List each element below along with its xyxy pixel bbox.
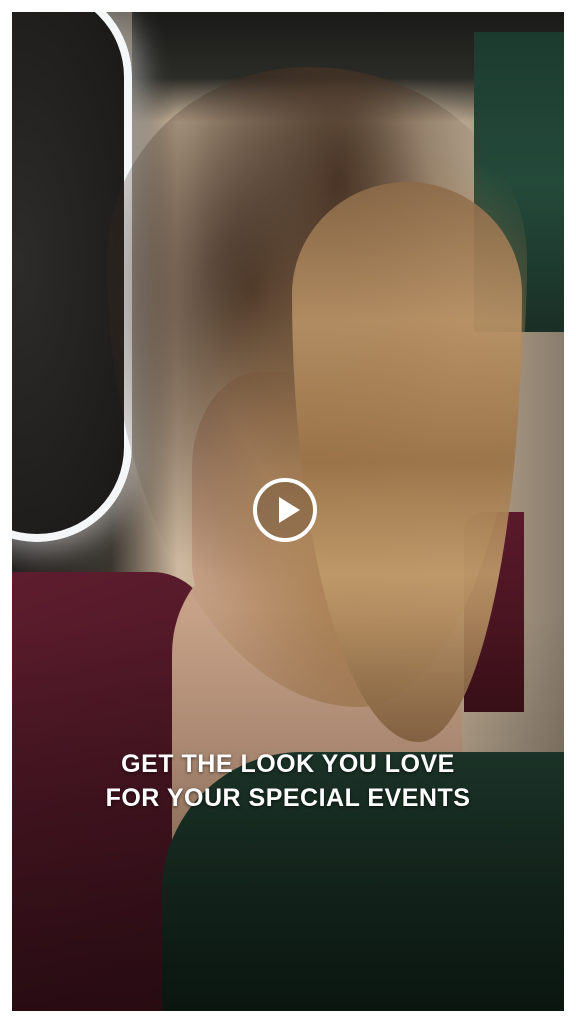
play-icon (279, 497, 300, 523)
caption-line-2: FOR YOUR SPECIAL EVENTS (105, 784, 471, 812)
play-button[interactable] (253, 478, 317, 542)
video-frame[interactable]: GET THE LOOK YOU LOVE FOR YOUR SPECIAL E… (12, 12, 564, 1011)
caption-line-1: GET THE LOOK YOU LOVE (121, 750, 455, 778)
video-caption: GET THE LOOK YOU LOVE FOR YOUR SPECIAL E… (12, 747, 564, 815)
